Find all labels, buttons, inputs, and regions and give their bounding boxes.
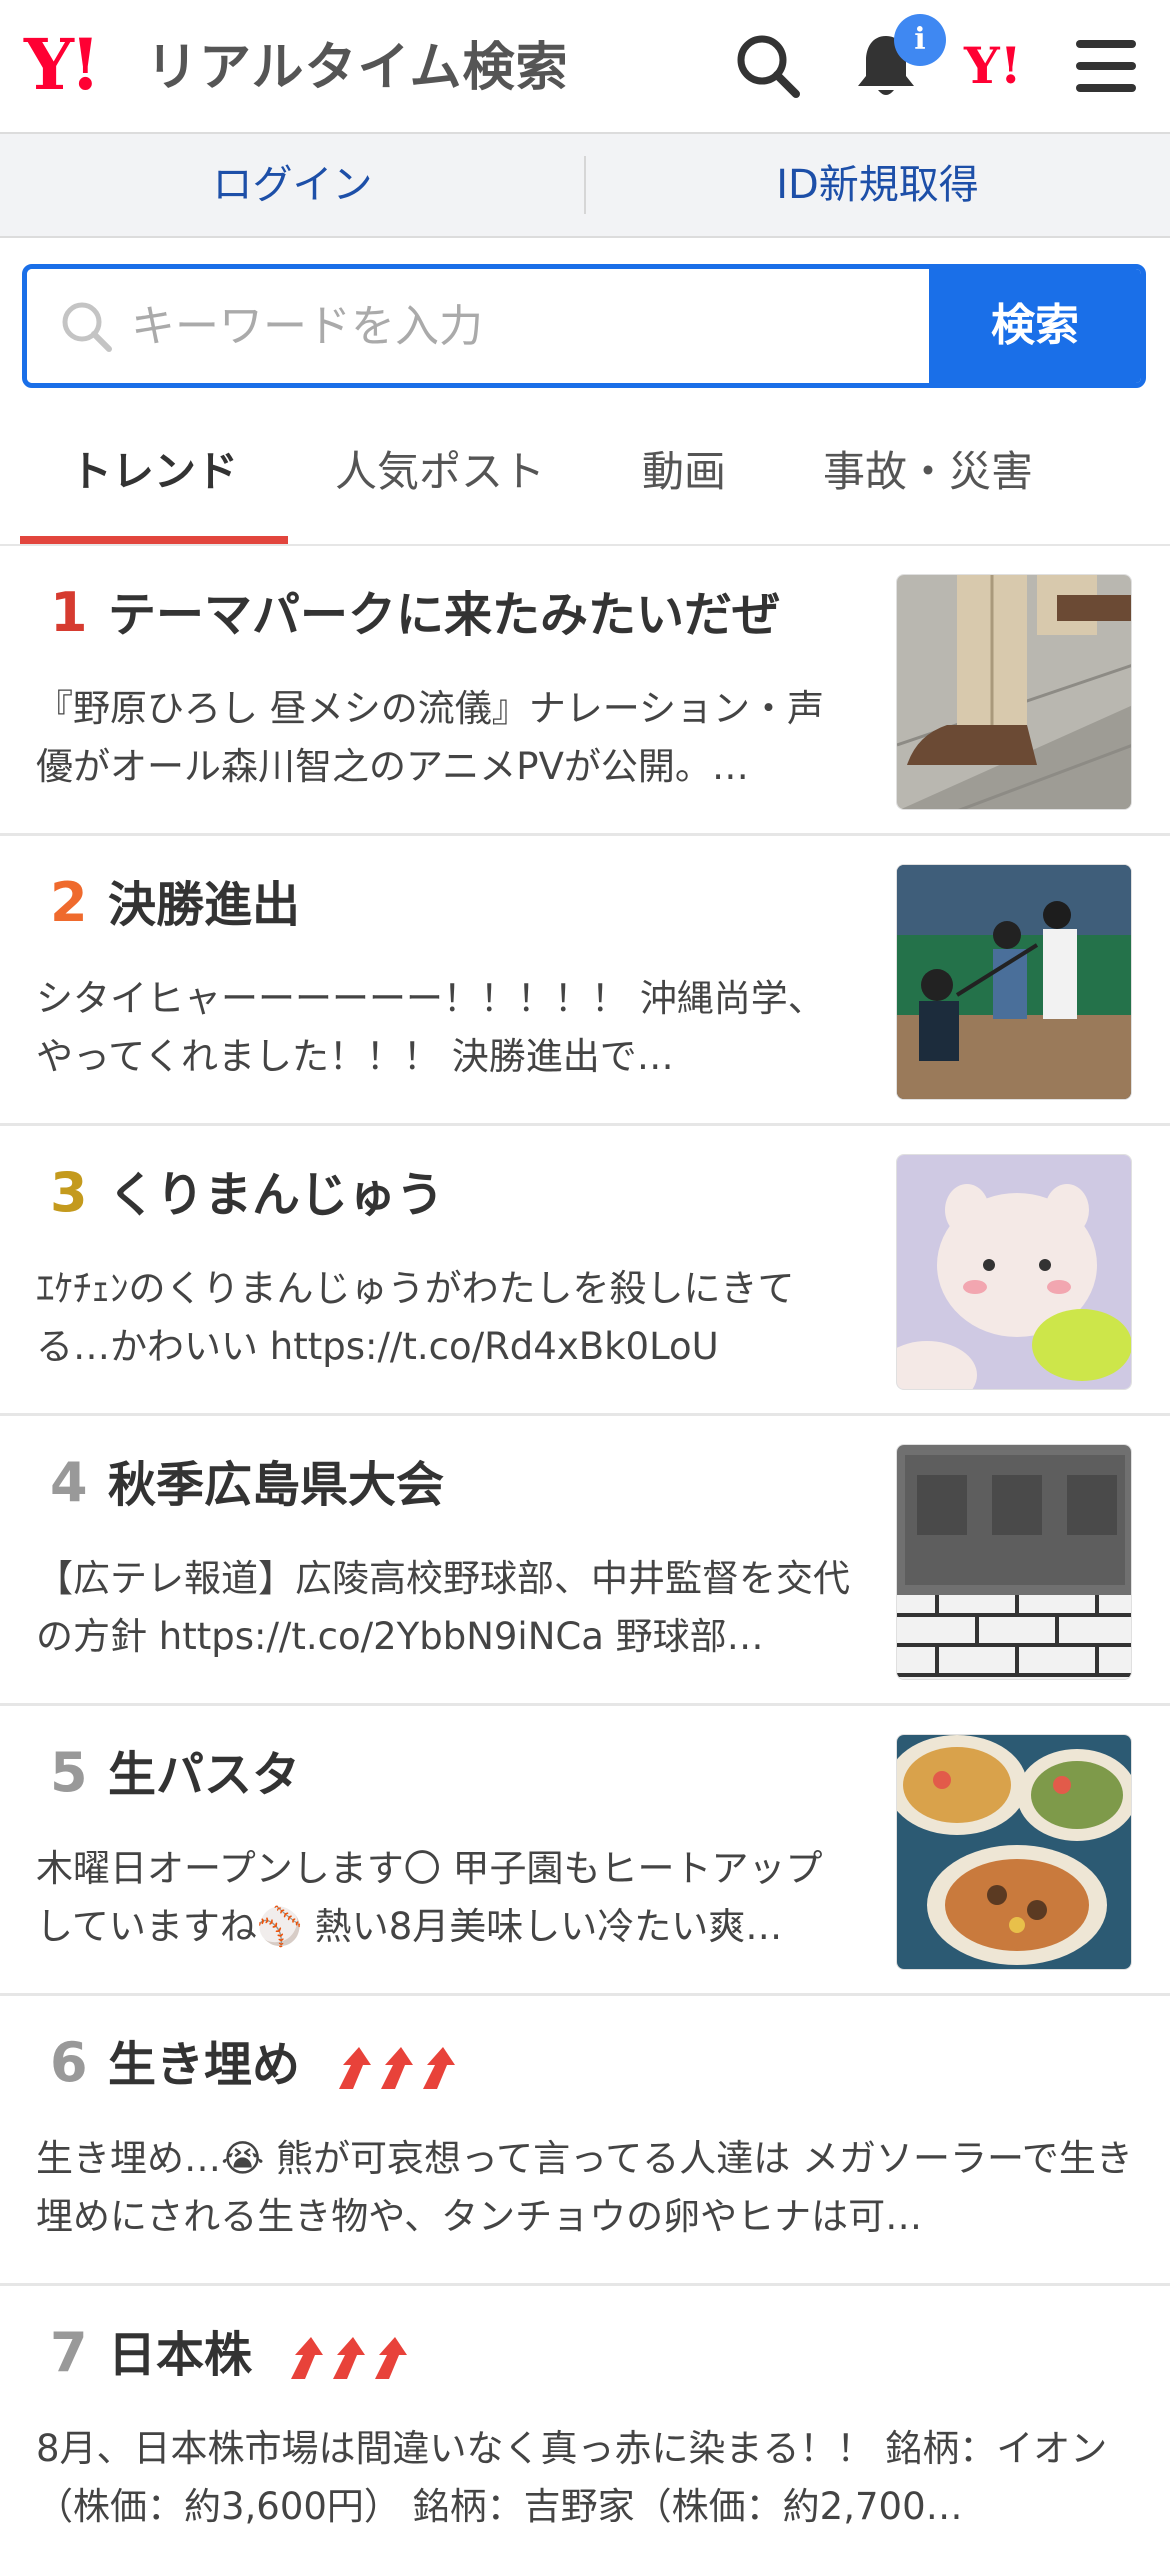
- search-icon: [62, 302, 112, 352]
- trend-item[interactable]: 3 くりまんじゅう ｴｹﾁｪﾝのくりまんじゅうがわたしを殺しにきてる…かわいい …: [0, 1126, 1170, 1416]
- rising-arrows-icon: [338, 2047, 455, 2089]
- category-tabs: トレンド 人気ポスト 動画 事故・災害: [0, 400, 1170, 546]
- hamburger-menu-icon[interactable]: [1068, 28, 1144, 104]
- trend-title-text: 日本株: [108, 2327, 253, 2383]
- tab-accidents-disasters[interactable]: 事故・災害: [800, 400, 1056, 544]
- pasta-dish-thumbnail[interactable]: [896, 1734, 1132, 1970]
- trend-item[interactable]: 2 決勝進出 シタイヒャーーーーーー！！！！！ 沖縄尚学、やってくれました！！！…: [0, 836, 1170, 1126]
- trend-item[interactable]: 6 生き埋め 生き埋め…😭 熊が可哀想って言ってる人達は メガソーラーで生き埋め…: [0, 1996, 1170, 2286]
- search-bar: 検索: [22, 264, 1146, 388]
- trend-rank: 4: [50, 1451, 88, 1514]
- trend-rank: 6: [50, 2031, 88, 2094]
- trend-rank: 1: [50, 581, 88, 644]
- plush-toy-thumbnail[interactable]: [896, 1154, 1132, 1390]
- notification-badge: i: [894, 14, 946, 66]
- search-field-container: [27, 269, 929, 383]
- trend-rank: 5: [50, 1741, 88, 1804]
- trend-title[interactable]: くりまんじゅう: [108, 1160, 444, 1230]
- search-icon[interactable]: [730, 28, 806, 104]
- trend-title-text: 生き埋め: [108, 2037, 301, 2093]
- trend-description: 【広テレ報道】広陵高校野球部、中井監督を交代の方針 https://t.co/2…: [36, 1557, 850, 1658]
- yahoo-logo[interactable]: Y!: [24, 30, 101, 100]
- trend-title[interactable]: 秋季広島県大会: [108, 1450, 444, 1520]
- trend-description: 木曜日オープンします〇 甲子園もヒートアップしていますね⚾ 熱い8月美味しい冷た…: [36, 1847, 823, 1948]
- yahoo-brand-icon[interactable]: Y!: [964, 36, 1054, 112]
- trend-title[interactable]: 生パスタ: [108, 1740, 300, 1810]
- trend-description: 8月、日本株市場は間違いなく真っ赤に染まる！！ 銘柄：イオン（株価：約3,600…: [36, 2427, 1108, 2528]
- trend-description: 生き埋め…😭 熊が可哀想って言ってる人達は メガソーラーで生き埋めにされる生き物…: [36, 2137, 1133, 2238]
- anime-legs-thumbnail[interactable]: [896, 574, 1132, 810]
- trend-item[interactable]: 5 生パスタ 木曜日オープンします〇 甲子園もヒートアップしていますね⚾ 熱い8…: [0, 1706, 1170, 1996]
- trend-description: シタイヒャーーーーーー！！！！！ 沖縄尚学、やってくれました！！！ 決勝進出で…: [36, 977, 825, 1078]
- app-header: Y! リアルタイム検索 i Y!: [0, 0, 1170, 132]
- trend-title[interactable]: 生き埋め: [108, 2030, 461, 2100]
- active-tab-indicator: [20, 536, 288, 544]
- trend-description: ｴｹﾁｪﾝのくりまんじゅうがわたしを殺しにきてる…かわいい https://t.…: [36, 1267, 795, 1368]
- trend-item[interactable]: 1 テーマパークに来たみたいだぜ 『野原ひろし 昼メシの流儀』ナレーション・声優…: [0, 546, 1170, 836]
- trend-item[interactable]: 4 秋季広島県大会 【広テレ報道】広陵高校野球部、中井監督を交代の方針 http…: [0, 1416, 1170, 1706]
- login-bar: ログイン ID新規取得: [0, 132, 1170, 238]
- baseball-batter-thumbnail[interactable]: [896, 864, 1132, 1100]
- trend-title[interactable]: 決勝進出: [108, 870, 300, 940]
- trend-rank: 2: [50, 871, 88, 934]
- search-input[interactable]: [131, 269, 831, 383]
- login-link[interactable]: ログイン: [0, 134, 585, 236]
- signup-link[interactable]: ID新規取得: [585, 134, 1170, 236]
- tab-trend[interactable]: トレンド: [20, 400, 288, 544]
- trend-title[interactable]: テーマパークに来たみたいだぜ: [108, 580, 780, 650]
- trend-rank: 3: [50, 1161, 88, 1224]
- school-sign-thumbnail[interactable]: [896, 1444, 1132, 1680]
- trend-item[interactable]: 7 日本株 8月、日本株市場は間違いなく真っ赤に染まる！！ 銘柄：イオン（株価：…: [0, 2286, 1170, 2576]
- trend-description: 『野原ひろし 昼メシの流儀』ナレーション・声優がオール森川智之のアニメPVが公開…: [36, 687, 825, 788]
- trend-rank: 7: [50, 2321, 88, 2384]
- search-button[interactable]: 検索: [929, 269, 1141, 383]
- rising-arrows-icon: [290, 2337, 407, 2379]
- service-title[interactable]: リアルタイム検索: [146, 38, 568, 98]
- trend-title[interactable]: 日本株: [108, 2320, 413, 2390]
- tab-videos[interactable]: 動画: [600, 400, 768, 544]
- tab-popular-posts[interactable]: 人気ポスト: [310, 400, 570, 544]
